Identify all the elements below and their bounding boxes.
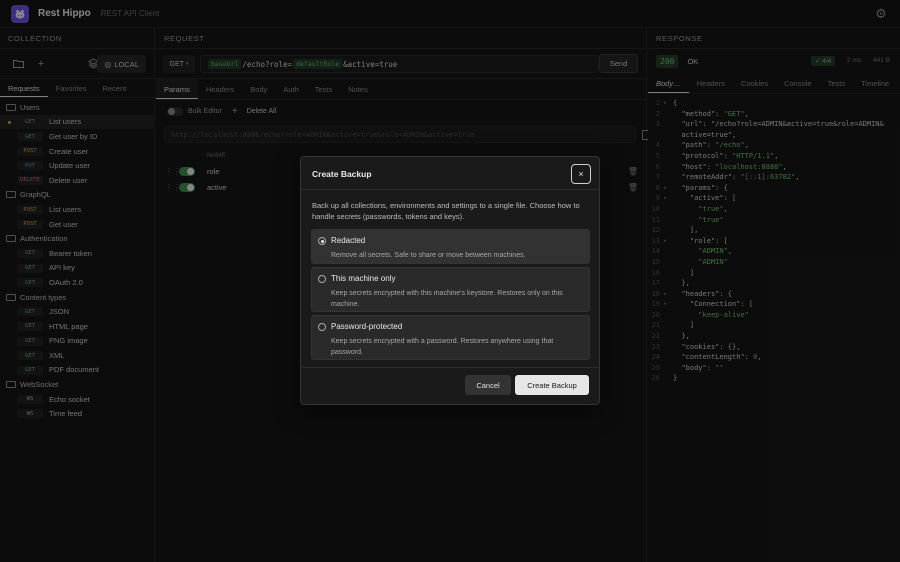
create-backup-dialog: Create Backup × Back up all collections,…: [300, 156, 600, 405]
radio-redacted[interactable]: [318, 237, 326, 245]
dialog-footer: Cancel Create Backup: [301, 367, 599, 404]
close-icon[interactable]: ×: [571, 164, 591, 184]
cancel-button[interactable]: Cancel: [465, 375, 511, 395]
dialog-header: Create Backup ×: [301, 157, 599, 190]
dialog-title: Create Backup: [312, 169, 372, 179]
option-description: Keep secrets encrypted with this machine…: [331, 290, 563, 308]
option-redacted[interactable]: Redacted Remove all secrets. Safe to sha…: [311, 229, 590, 264]
option-title: Redacted: [331, 236, 366, 245]
dialog-description: Back up all collections, environments an…: [312, 201, 580, 221]
create-backup-button[interactable]: Create Backup: [515, 375, 589, 395]
option-password-protected[interactable]: Password-protected Keep secrets encrypte…: [311, 315, 590, 360]
option-description: Remove all secrets. Safe to share or mov…: [331, 252, 526, 259]
modal-backdrop[interactable]: Create Backup × Back up all collections,…: [0, 0, 900, 562]
option-this-machine-only[interactable]: This machine only Keep secrets encrypted…: [311, 267, 590, 312]
option-description: Keep secrets encrypted with a password. …: [331, 338, 554, 356]
option-title: This machine only: [331, 274, 396, 283]
radio-password-protected[interactable]: [318, 323, 326, 331]
option-title: Password-protected: [331, 322, 403, 331]
radio-this-machine-only[interactable]: [318, 275, 326, 283]
app-window: Rest Hippo REST API Client ⚙ COLLECTION …: [0, 0, 900, 562]
